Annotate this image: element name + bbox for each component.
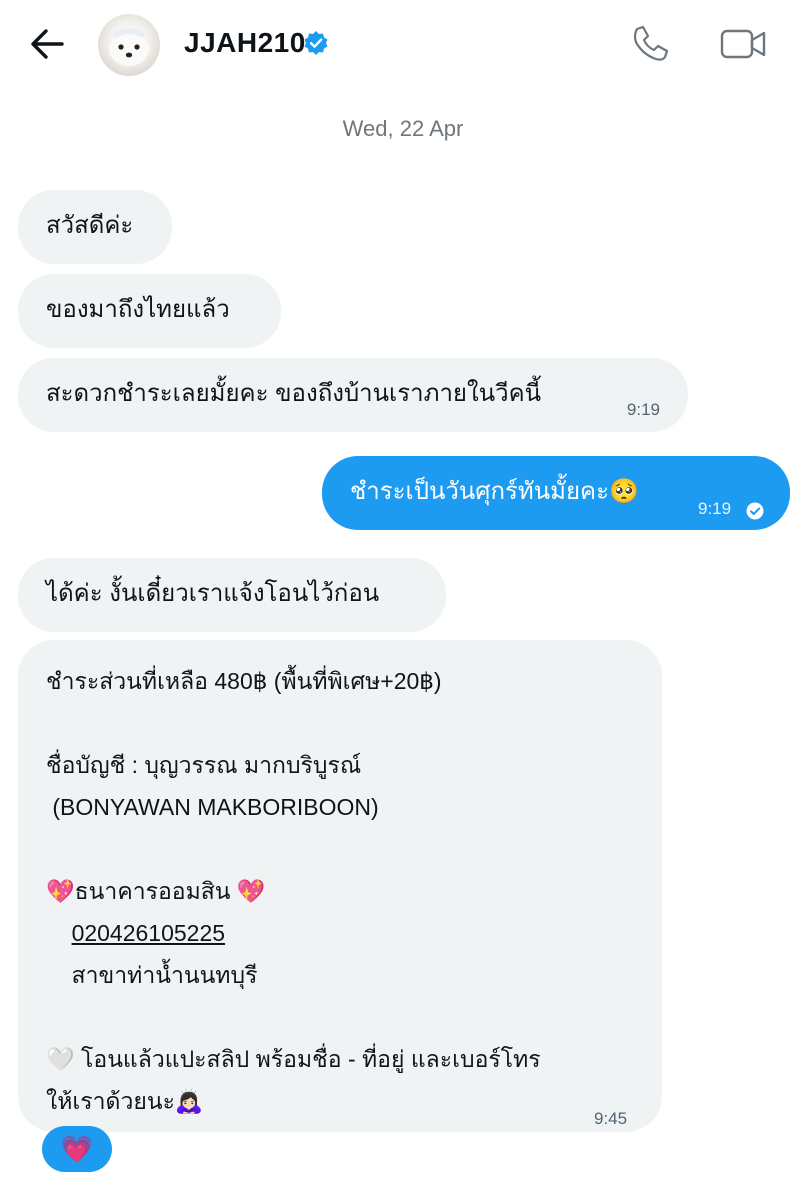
message-text: สะดวกชำระเลยมั้ยคะ ของถึงบ้านเราภายในวีค… xyxy=(46,380,542,407)
message-timestamp: 9:45 xyxy=(594,1109,628,1128)
back-arrow-icon[interactable] xyxy=(26,24,70,64)
incoming-message[interactable]: สวัสดีค่ะ xyxy=(18,190,172,264)
date-separator: Wed, 22 Apr xyxy=(342,116,464,141)
message-text: สวัสดีค่ะ xyxy=(46,212,134,239)
message-line xyxy=(46,702,634,744)
message-timestamp: 9:19 xyxy=(626,400,660,419)
phone-icon[interactable] xyxy=(628,22,672,66)
message-line xyxy=(46,996,634,1038)
avatar[interactable] xyxy=(98,14,160,76)
incoming-message-payment-details[interactable]: ชำระส่วนที่เหลือ 480฿ (พื้นที่พิเศษ+20฿)… xyxy=(18,640,662,1132)
account-number-line: 020426105225 xyxy=(46,912,634,954)
message-timestamp: 9:19 xyxy=(698,499,732,518)
account-number-link[interactable]: 020426105225 xyxy=(72,920,226,946)
username[interactable]: JJAH210 xyxy=(184,27,306,59)
message-line: 💖ธนาคารออมสิน 💖 xyxy=(46,878,266,904)
message-line: 🤍 โอนแล้วแปะสลิป พร้อมชื่อ - ที่อยู่ และ… xyxy=(46,1046,541,1072)
message-line: สาขาท่าน้ำนนทบุรี xyxy=(46,962,258,988)
message-text: ชำระเป็นวันศุกร์ทันมั้ยคะ🥺 xyxy=(350,478,639,505)
message-reaction-heart[interactable]: 💗 xyxy=(42,1126,112,1172)
message-line: (BONYAWAN MAKBORIBOON) xyxy=(46,794,379,820)
message-line: ชื่อบัญชี : บุญวรรณ มากบริบูรณ์ xyxy=(46,752,362,778)
video-call-icon[interactable] xyxy=(718,24,770,64)
incoming-message[interactable]: ได้ค่ะ งั้นเดี๋ยวเราแจ้งโอนไว้ก่อน xyxy=(18,558,446,632)
message-text: ได้ค่ะ งั้นเดี๋ยวเราแจ้งโอนไว้ก่อน xyxy=(46,580,380,607)
message-line xyxy=(46,828,634,870)
incoming-message[interactable]: ของมาถึงไทยแล้ว xyxy=(18,274,281,348)
verified-badge-icon xyxy=(303,30,329,56)
seen-check-icon xyxy=(746,494,764,520)
outgoing-message[interactable]: ชำระเป็นวันศุกร์ทันมั้ยคะ🥺 9:19 xyxy=(322,456,790,530)
incoming-message[interactable]: สะดวกชำระเลยมั้ยคะ ของถึงบ้านเราภายในวีค… xyxy=(18,358,688,432)
message-text: ของมาถึงไทยแล้ว xyxy=(46,296,230,323)
message-line: ชำระส่วนที่เหลือ 480฿ (พื้นที่พิเศษ+20฿) xyxy=(46,668,442,694)
chat-header: JJAH210 xyxy=(0,0,806,90)
message-line: ให้เราด้วยนะ🙇🏻‍♀️ xyxy=(46,1088,204,1114)
